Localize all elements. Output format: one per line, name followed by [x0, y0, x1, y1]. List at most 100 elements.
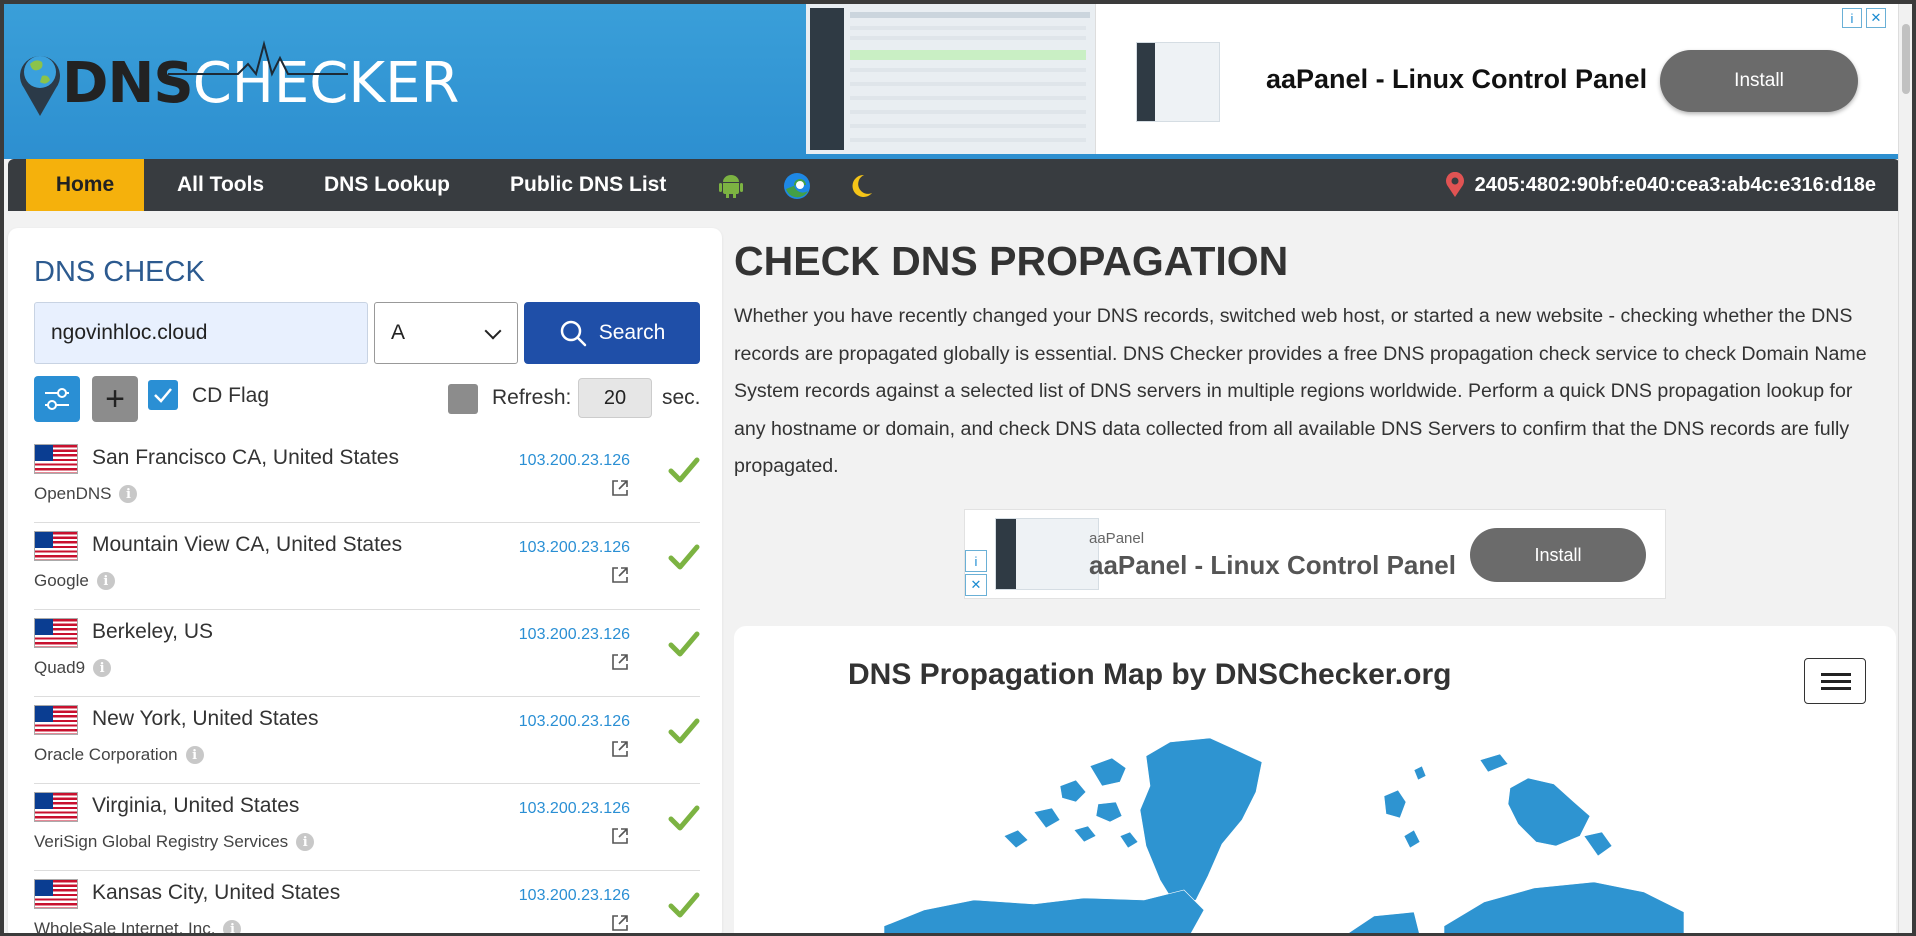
dnschecker-logo[interactable]: DNSCHECKER [18, 38, 459, 128]
heartbeat-line-icon [168, 40, 348, 77]
site-header: DNSCHECKER aaPanel - Linux Control Panel… [4, 4, 1900, 159]
result-location: Virginia, United States [92, 794, 300, 817]
check-success-icon [668, 805, 700, 831]
browser-viewport: DNSCHECKER aaPanel - Linux Control Panel… [0, 0, 1916, 936]
result-row: San Francisco CA, United States OpenDNS i… [34, 436, 700, 523]
result-provider: Google i [34, 571, 115, 591]
refresh-unit-label: sec. [662, 386, 701, 409]
dns-check-title: DNS CHECK [34, 256, 205, 288]
provider-name: OpenDNS [34, 484, 112, 503]
refresh-label: Refresh: [492, 386, 572, 409]
ad-close-icon[interactable]: ✕ [1866, 8, 1886, 28]
check-success-icon [668, 457, 700, 483]
moon-dark-mode-icon[interactable] [848, 173, 874, 199]
check-success-icon [668, 892, 700, 918]
search-button[interactable]: Search [524, 302, 700, 364]
external-link-icon[interactable] [610, 652, 630, 672]
world-map-image [884, 737, 1685, 933]
us-flag-icon [34, 705, 78, 735]
result-location: San Francisco CA, United States [92, 446, 399, 469]
ad-screenshot-image [995, 518, 1099, 590]
checkmark-icon [154, 388, 172, 403]
record-type-select[interactable]: A [374, 302, 518, 364]
map-menu-button[interactable] [1804, 658, 1866, 704]
result-ip[interactable]: 103.200.23.126 [519, 713, 630, 731]
nav-home[interactable]: Home [26, 159, 144, 211]
check-success-icon [668, 631, 700, 657]
external-link-icon[interactable] [610, 913, 630, 933]
page-description: Whether you have recently changed your D… [734, 305, 1867, 478]
result-location: Kansas City, United States [92, 881, 341, 904]
provider-name: Quad9 [34, 658, 86, 677]
info-icon[interactable]: i [185, 746, 204, 764]
external-link-icon[interactable] [610, 739, 630, 759]
cd-flag-checkbox[interactable] [148, 380, 178, 410]
external-link-icon[interactable] [610, 478, 630, 498]
main-navigation: Home All Tools DNS Lookup Public DNS Lis… [8, 159, 1900, 211]
refresh-seconds-input[interactable]: 20 [578, 378, 652, 418]
domain-input[interactable]: ngovinhloc.cloud [34, 302, 368, 364]
search-icon [560, 320, 586, 347]
ad-install-button[interactable]: Install [1470, 528, 1646, 582]
ad-close-icon[interactable]: ✕ [965, 574, 987, 596]
result-provider: Oracle Corporation i [34, 745, 204, 765]
edge-browser-icon[interactable] [782, 171, 812, 201]
info-icon[interactable]: i [93, 659, 112, 677]
result-row: Kansas City, United States WholeSale Int… [34, 871, 700, 936]
external-link-icon[interactable] [610, 826, 630, 846]
result-ip[interactable]: 103.200.23.126 [519, 887, 630, 905]
ad-brand: aaPanel [1089, 530, 1145, 547]
result-provider: OpenDNS i [34, 484, 138, 504]
visitor-ip: 2405:4802:90bf:e040:cea3:ab4c:e316:d18e [1445, 159, 1876, 211]
ad-install-button[interactable]: Install [1660, 50, 1858, 112]
dns-results-list: San Francisco CA, United States OpenDNS i… [34, 436, 700, 936]
page-title: CHECK DNS PROPAGATION [734, 238, 1289, 284]
dns-check-panel: DNS CHECK ngovinhloc.cloud A Search + CD… [8, 228, 722, 936]
provider-name: Oracle Corporation [34, 745, 178, 764]
info-icon[interactable]: i [223, 920, 242, 933]
result-row: New York, United States Oracle Corporati… [34, 697, 700, 784]
us-flag-icon [34, 531, 78, 561]
ad-info-icon[interactable]: i [965, 550, 987, 572]
add-server-button[interactable]: + [92, 376, 138, 422]
ad-screenshot-image [806, 4, 1096, 154]
ad-title[interactable]: aaPanel - Linux Control Panel [1266, 64, 1647, 95]
provider-name: VeriSign Global Registry Services [34, 832, 289, 851]
us-flag-icon [34, 444, 78, 474]
result-ip[interactable]: 103.200.23.126 [519, 539, 630, 557]
cd-flag-label: CD Flag [192, 384, 270, 407]
us-flag-icon [34, 879, 78, 909]
result-location: New York, United States [92, 707, 319, 730]
nav-public-dns-list[interactable]: Public DNS List [510, 159, 666, 211]
result-provider: WholeSale Internet, Inc. i [34, 919, 242, 936]
provider-name: WholeSale Internet, Inc. [34, 919, 216, 936]
chevron-down-icon [484, 322, 502, 340]
globe-pin-icon [19, 55, 61, 116]
result-provider: Quad9 i [34, 658, 112, 678]
info-icon[interactable]: i [296, 833, 315, 851]
options-button[interactable] [34, 376, 80, 422]
result-ip[interactable]: 103.200.23.126 [519, 800, 630, 818]
result-row: Virginia, United States VeriSign Global … [34, 784, 700, 871]
nav-all-tools[interactable]: All Tools [177, 159, 264, 211]
top-advertisement[interactable]: aaPanel - Linux Control Panel Install i … [806, 4, 1898, 154]
external-link-icon[interactable] [610, 565, 630, 585]
inline-advertisement[interactable]: i ✕ aaPanel aaPanel - Linux Control Pane… [964, 509, 1666, 599]
ad-title[interactable]: aaPanel - Linux Control Panel [1089, 550, 1456, 581]
page-scrollbar[interactable] [1898, 4, 1912, 933]
check-success-icon [668, 544, 700, 570]
scrollbar-thumb[interactable] [1902, 24, 1910, 94]
result-row: Berkeley, US Quad9 i 103.200.23.126 [34, 610, 700, 697]
nav-dns-lookup[interactable]: DNS Lookup [324, 159, 450, 211]
android-icon[interactable] [718, 173, 744, 199]
us-flag-icon [34, 792, 78, 822]
ad-info-icon[interactable]: i [1842, 8, 1862, 28]
record-type-value: A [391, 321, 406, 344]
ip-address-text: 2405:4802:90bf:e040:cea3:ab4c:e316:d18e [1474, 173, 1876, 196]
result-ip[interactable]: 103.200.23.126 [519, 452, 630, 470]
ad-mini-screenshot [1136, 42, 1220, 122]
info-icon[interactable]: i [119, 485, 138, 503]
info-icon[interactable]: i [96, 572, 115, 590]
refresh-checkbox[interactable] [448, 384, 478, 414]
result-ip[interactable]: 103.200.23.126 [519, 626, 630, 644]
